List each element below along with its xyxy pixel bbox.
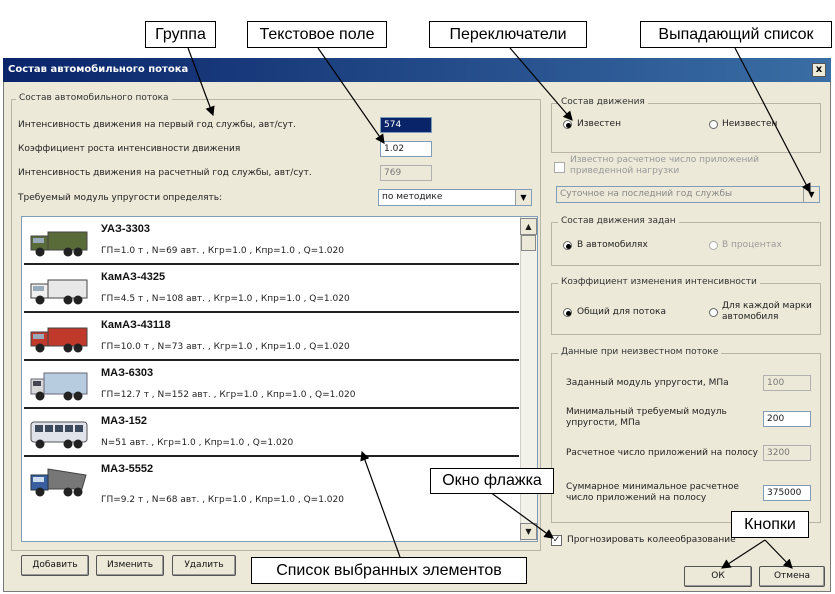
- annotation-arrows: [187, 47, 811, 569]
- callout-switches: Переключатели: [429, 21, 587, 48]
- callout-checkbox: Окно флажка: [430, 468, 554, 494]
- callout-list: Список выбранных элементов: [251, 557, 527, 584]
- callout-group: Группа: [145, 21, 216, 48]
- callout-dropdown: Выпадающий список: [640, 21, 832, 48]
- callout-text-field: Текстовое поле: [247, 21, 387, 48]
- callout-buttons: Кнопки: [731, 511, 809, 538]
